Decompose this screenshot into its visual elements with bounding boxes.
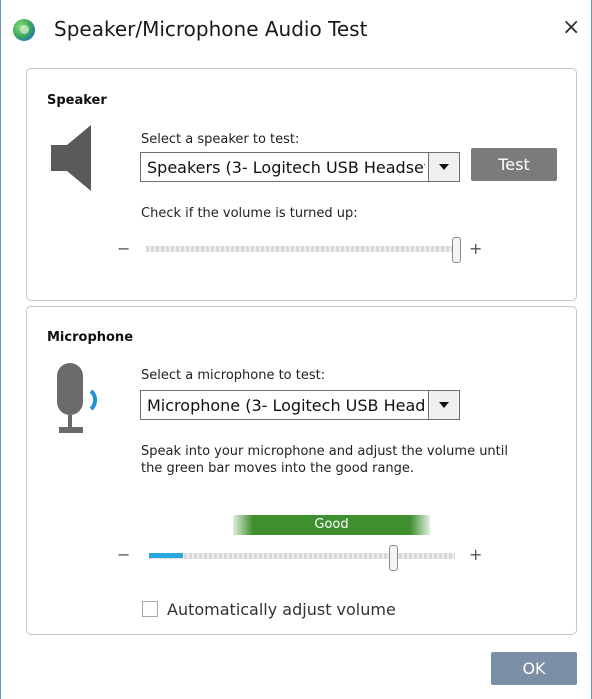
chevron-down-icon[interactable] bbox=[428, 153, 459, 181]
microphone-volume-plus: + bbox=[469, 545, 483, 564]
speaker-volume-plus: + bbox=[469, 239, 483, 258]
app-logo-icon bbox=[13, 19, 35, 41]
microphone-input-level bbox=[149, 553, 183, 558]
speaker-icon bbox=[51, 125, 91, 191]
chevron-down-icon[interactable] bbox=[428, 391, 459, 419]
speaker-volume-track[interactable] bbox=[146, 246, 458, 252]
good-range-bar: Good bbox=[233, 515, 430, 535]
auto-adjust-label[interactable]: Automatically adjust volume bbox=[167, 600, 396, 619]
speaker-select[interactable]: Speakers (3- Logitech USB Headset) bbox=[140, 152, 460, 182]
title-bar: Speaker/Microphone Audio Test × bbox=[1, 0, 591, 52]
dialog-title: Speaker/Microphone Audio Test bbox=[54, 17, 368, 41]
microphone-volume-minus: − bbox=[117, 545, 131, 564]
microphone-instructions-line2: the green bar moves into the good range. bbox=[141, 461, 415, 476]
close-icon[interactable]: × bbox=[562, 15, 580, 40]
microphone-instructions-line1: Speak into your microphone and adjust th… bbox=[141, 444, 508, 459]
microphone-select-value: Microphone (3- Logitech USB Headset) bbox=[147, 396, 425, 415]
microphone-select-label: Select a microphone to test: bbox=[141, 368, 326, 383]
speaker-panel bbox=[26, 68, 577, 301]
test-button[interactable]: Test bbox=[471, 148, 557, 181]
speaker-select-value: Speakers (3- Logitech USB Headset) bbox=[147, 158, 425, 177]
audio-test-dialog: Speaker/Microphone Audio Test × Speaker … bbox=[0, 0, 592, 699]
microphone-select[interactable]: Microphone (3- Logitech USB Headset) bbox=[140, 390, 460, 420]
speaker-select-label: Select a speaker to test: bbox=[141, 132, 300, 147]
speaker-volume-label: Check if the volume is turned up: bbox=[141, 206, 358, 221]
microphone-volume-track[interactable] bbox=[149, 553, 455, 559]
speaker-heading: Speaker bbox=[47, 93, 107, 108]
speaker-volume-thumb[interactable] bbox=[452, 237, 461, 263]
auto-adjust-checkbox[interactable] bbox=[142, 601, 158, 617]
microphone-heading: Microphone bbox=[47, 330, 134, 345]
microphone-icon bbox=[57, 363, 98, 433]
speaker-volume-minus: − bbox=[117, 239, 131, 258]
ok-button[interactable]: OK bbox=[491, 652, 577, 685]
microphone-volume-thumb[interactable] bbox=[389, 545, 398, 571]
